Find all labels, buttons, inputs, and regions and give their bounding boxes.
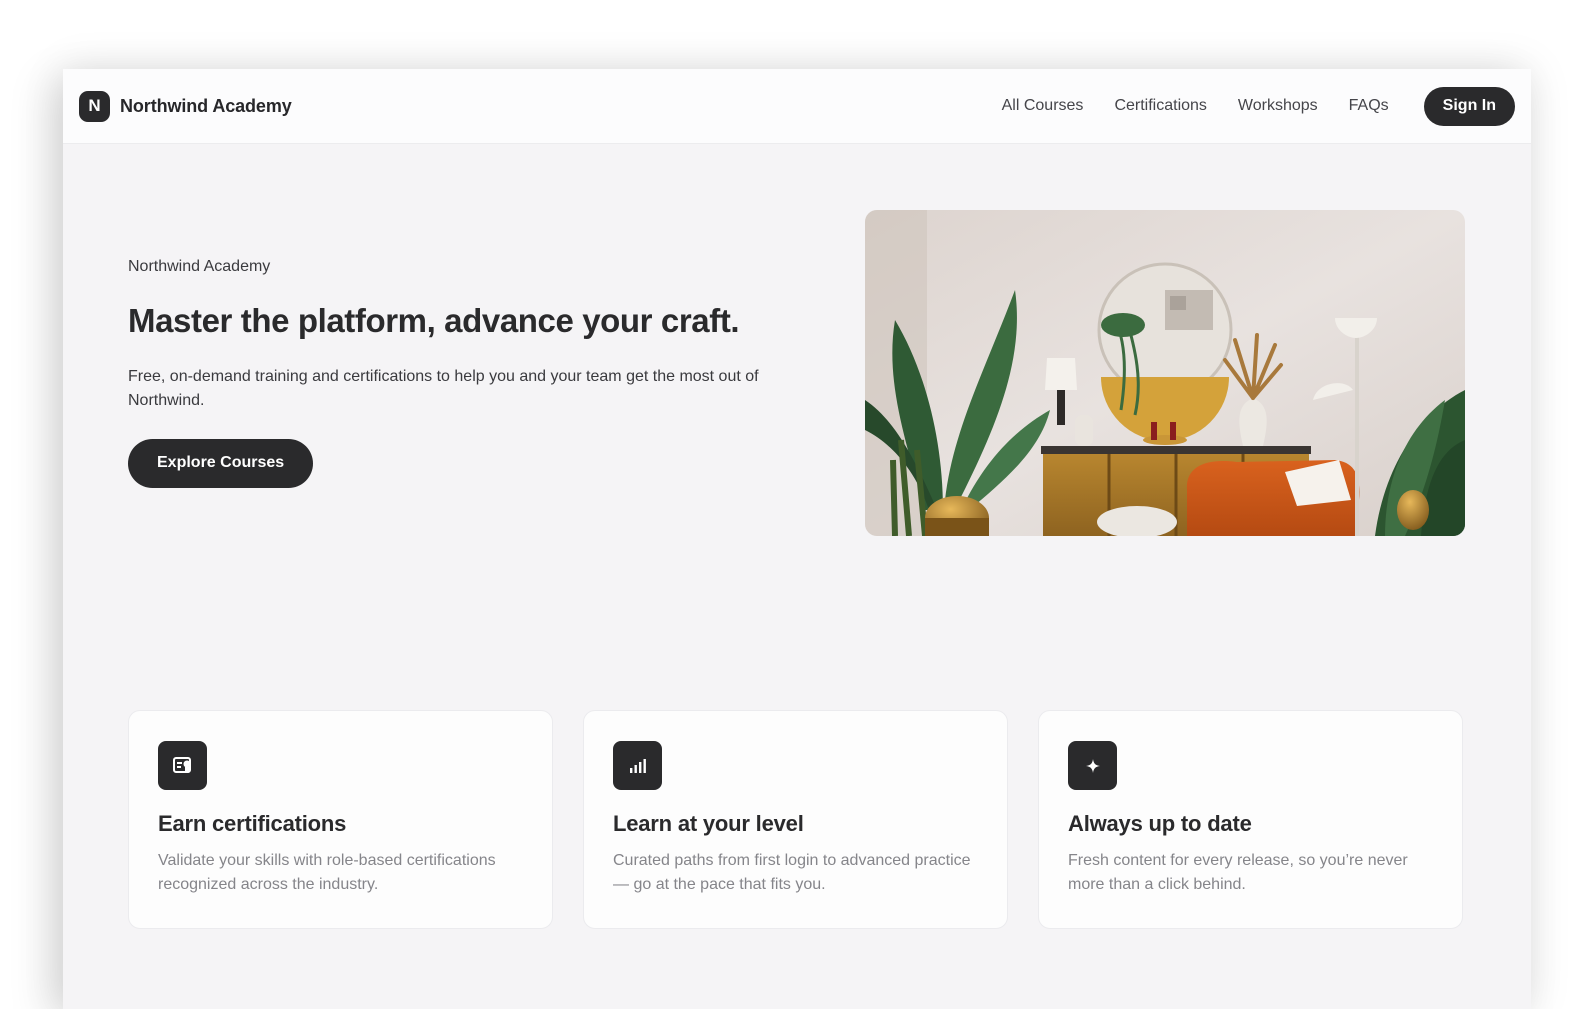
feature-title: Always up to date [1068, 811, 1252, 836]
feature-description: Fresh content for every release, so you’… [1068, 852, 1408, 893]
nav-workshops[interactable]: Workshops [1238, 97, 1318, 115]
explore-courses-button[interactable]: Explore Courses [128, 438, 314, 488]
sign-in-button[interactable]: Sign In [1423, 86, 1515, 126]
top-navigation: N Northwind Academy All Courses Certific… [63, 69, 1531, 144]
feature-description: Validate your skills with role-based cer… [158, 852, 496, 893]
feature-card: Learn at your level Curated paths from f… [583, 710, 1008, 929]
features-section: Earn certifications Validate your skills… [128, 710, 1463, 929]
brand-mark-icon: N [79, 90, 110, 122]
certificate-icon [158, 741, 207, 790]
signal-bars-icon [613, 741, 662, 790]
hero-eyebrow: Northwind Academy [128, 258, 271, 275]
brand-name: Northwind Academy [120, 95, 292, 116]
nav-all-courses[interactable]: All Courses [1002, 97, 1084, 115]
feature-title: Learn at your level [613, 811, 804, 836]
sparkle-icon [1068, 741, 1117, 790]
hero-image [865, 210, 1465, 536]
main-nav: All Courses Certifications Workshops FAQ… [1002, 86, 1515, 126]
hero-subtitle: Free, on-demand training and certificati… [128, 367, 759, 409]
feature-description: Curated paths from first login to advanc… [613, 852, 971, 893]
feature-title: Earn certifications [158, 811, 347, 836]
living-room-photo [865, 210, 1465, 536]
browser-window: N Northwind Academy All Courses Certific… [63, 69, 1531, 1009]
feature-card: Always up to date Fresh content for ever… [1038, 710, 1463, 929]
feature-card: Earn certifications Validate your skills… [128, 710, 553, 929]
hero-section: Northwind Academy Master the platform, a… [128, 258, 788, 488]
brand-logo[interactable]: N Northwind Academy [79, 90, 292, 122]
hero-title: Master the platform, advance your craft. [128, 302, 740, 339]
nav-certifications[interactable]: Certifications [1114, 97, 1206, 115]
nav-faqs[interactable]: FAQs [1349, 97, 1389, 115]
